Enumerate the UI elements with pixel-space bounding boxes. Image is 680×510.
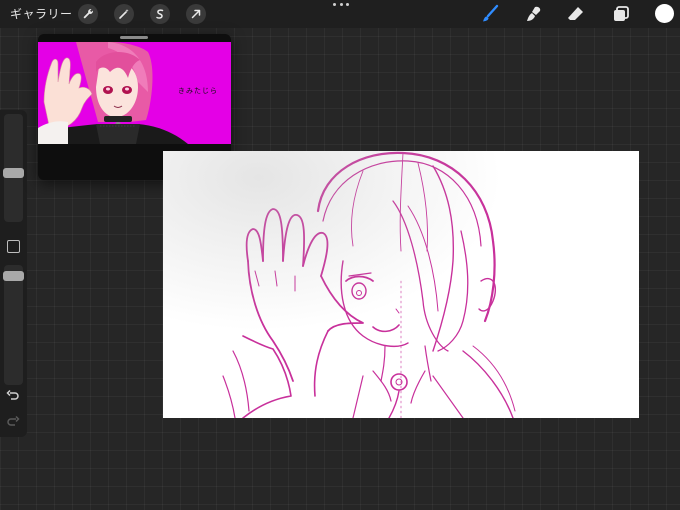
opacity-slider[interactable] [3,265,24,385]
brush-size-thumb[interactable] [3,168,24,178]
layers-icon [614,6,629,21]
dot [346,3,349,6]
smudge-icon [527,6,541,21]
undo-arrow-icon [6,389,19,400]
left-sidebar [0,110,27,437]
gallery-button[interactable]: ギャラリー [10,5,73,22]
drawing-canvas[interactable] [163,151,639,418]
reference-image: きみたじら [38,42,231,144]
more-options-button[interactable] [333,3,349,9]
adjustments-button[interactable] [114,4,134,24]
transform-arrow-icon [191,9,201,19]
color-picker-button[interactable] [655,4,674,23]
dot [333,3,336,6]
wrench-icon [83,9,93,19]
brush-button[interactable] [480,4,500,24]
layers-button[interactable] [611,4,631,24]
dot [339,3,343,6]
actions-button[interactable] [78,4,98,24]
modify-button[interactable] [7,240,20,253]
magic-wand-icon [119,9,129,19]
eraser-button[interactable] [566,4,586,24]
brush-icon [483,4,499,22]
redo-button[interactable] [6,414,20,428]
selection-icon [156,9,164,19]
brush-size-slider[interactable] [3,114,24,222]
top-toolbar: ギャラリー [0,0,680,28]
selection-button[interactable] [150,4,170,24]
transform-button[interactable] [186,4,206,24]
reference-caption: きみたじら [178,87,218,95]
eraser-icon [568,7,583,20]
smudge-button[interactable] [524,4,544,24]
undo-button[interactable] [6,388,20,402]
opacity-thumb[interactable] [3,271,24,281]
reference-drag-handle[interactable] [120,36,148,39]
redo-arrow-icon [7,415,20,426]
canvas-shading [163,151,639,418]
